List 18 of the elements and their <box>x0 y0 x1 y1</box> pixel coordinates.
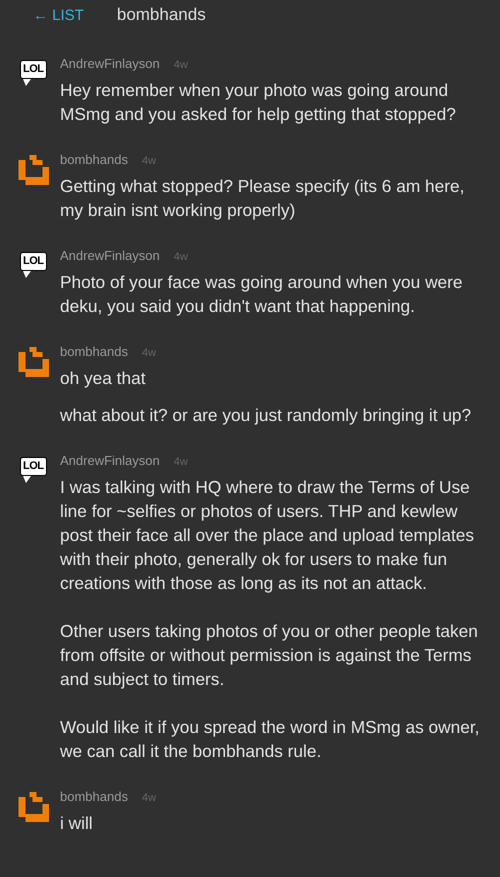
author-name[interactable]: AndrewFinlayson <box>60 248 160 263</box>
avatar-icon <box>18 155 49 185</box>
message-text: what about it? or are you just randomly bringing it up? <box>60 404 472 427</box>
message-text: i will <box>60 812 94 835</box>
message-text: Hey remember when your photo was going around MSmg and you asked for help getting that stopped? <box>60 79 457 126</box>
author-name[interactable]: bombhands <box>60 789 128 804</box>
conversation-title: bombhands <box>116 5 206 25</box>
author-name[interactable]: AndrewFinlayson <box>60 453 160 468</box>
avatar-icon <box>18 792 49 822</box>
message-text: oh yea that <box>60 367 147 390</box>
author-name[interactable]: AndrewFinlayson <box>60 56 160 71</box>
message-text: Photo of your face was going around when you were deku, you said you didn't want that happening. <box>60 271 464 318</box>
message-text: Getting what stopped? Please specify (its 6 am here, my brain isnt working properly) <box>60 175 466 222</box>
back-link[interactable]: ← LIST <box>33 6 84 24</box>
message-text: I was talking with HQ where to draw the Terms of Use line for ~selfies or photos of users. THP and kewlew post their face all over the place and upload templates with their photo, generally ok for users to make fun creations with those as long as its not an attack. Other users taking photos of you or other people taken from offsite or without permission is against the Terms and subject to timers. Would like it if you spread the word in MSmg as owner, we can call it the bombhands rule. <box>60 476 480 763</box>
author-name[interactable]: bombhands <box>60 152 128 167</box>
avatar-icon <box>18 347 49 377</box>
author-name[interactable]: bombhands <box>60 344 128 359</box>
